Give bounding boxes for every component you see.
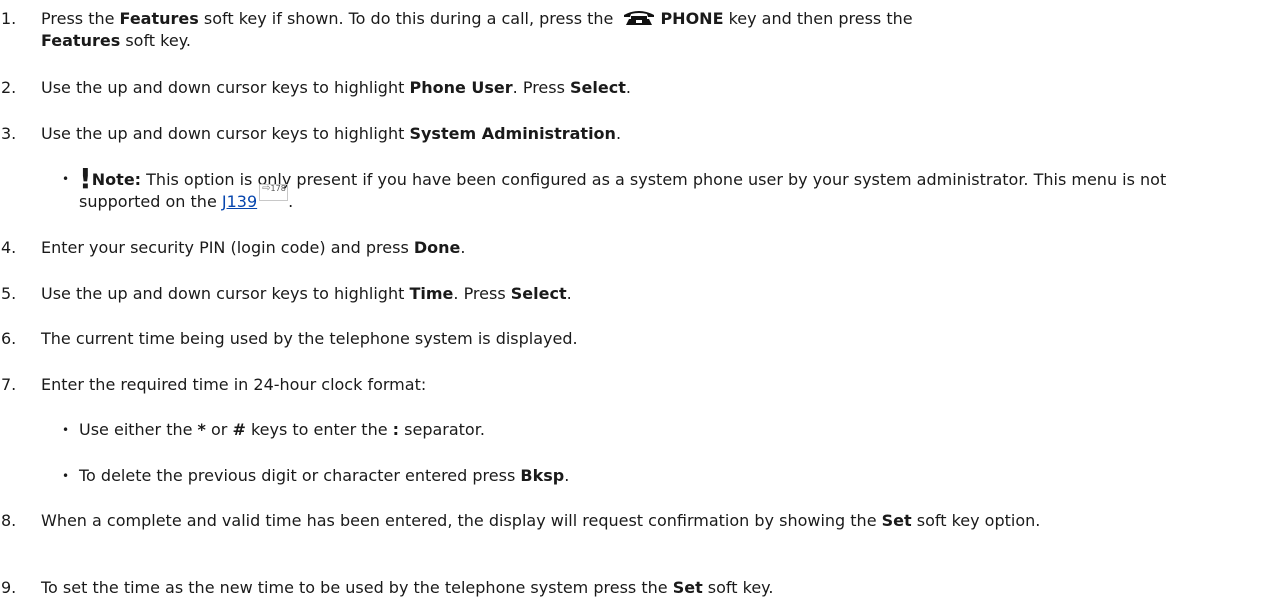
step-8: 8. When a complete and valid time has be… xyxy=(0,510,1250,532)
step-number: 6. xyxy=(1,329,17,348)
bullet-text: To delete the previous digit or characte… xyxy=(79,466,570,485)
step-text: The current time being used by the telep… xyxy=(41,329,578,348)
step-7-bullet-1: • Use either the * or # keys to enter th… xyxy=(62,419,1242,441)
bullet: • xyxy=(62,423,70,437)
step-7-bullet-2: • To delete the previous digit or charac… xyxy=(62,465,1242,487)
warning-icon: ! xyxy=(79,162,92,195)
step-text: Use the up and down cursor keys to highl… xyxy=(41,284,572,303)
step-text: Enter the required time in 24-hour clock… xyxy=(41,375,427,394)
step-text: Use the up and down cursor keys to highl… xyxy=(41,78,631,97)
step-text: Use the up and down cursor keys to highl… xyxy=(41,124,622,143)
step-text: To set the time as the new time to be us… xyxy=(41,578,774,597)
note-item: • !Note: This option is only present if … xyxy=(62,162,1242,213)
bullet: • xyxy=(62,469,70,483)
step-number: 3. xyxy=(1,124,17,143)
step-number: 5. xyxy=(1,284,17,303)
step-3: 3. Use the up and down cursor keys to hi… xyxy=(0,123,1250,145)
note-label: Note: xyxy=(91,170,142,189)
step-2: 2. Use the up and down cursor keys to hi… xyxy=(0,77,1250,99)
bullet-text: Use either the * or # keys to enter the … xyxy=(79,420,485,439)
step-text: When a complete and valid time has been … xyxy=(41,511,1041,530)
features-key-label: Features xyxy=(41,31,121,50)
j139-link[interactable]: J139 xyxy=(222,192,257,211)
step-text: Enter your security PIN (login code) and… xyxy=(41,238,466,257)
step-6: 6. The current time being used by the te… xyxy=(0,328,1250,350)
step-number: 7. xyxy=(1,375,17,394)
note-text: !Note: This option is only present if yo… xyxy=(79,162,1167,212)
step-4: 4. Enter your security PIN (login code) … xyxy=(0,237,1250,259)
step-number: 4. xyxy=(1,238,17,257)
step-number: 2. xyxy=(1,78,17,97)
step-7: 7. Enter the required time in 24-hour cl… xyxy=(0,374,1250,396)
cross-reference-arrow-icon: ⇨ xyxy=(262,183,271,194)
step-1: 1. Press the Features soft key if shown.… xyxy=(0,8,1250,52)
step-text: Press the Features soft key if shown. To… xyxy=(41,9,913,50)
bullet: • xyxy=(62,172,70,186)
step-number: 1. xyxy=(1,9,17,28)
step-number: 8. xyxy=(1,511,17,530)
step-9: 9. To set the time as the new time to be… xyxy=(0,577,1250,599)
phone-key-label: PHONE xyxy=(660,9,724,28)
step-number: 9. xyxy=(1,578,17,597)
step-5: 5. Use the up and down cursor keys to hi… xyxy=(0,283,1250,305)
phone-key-icon xyxy=(622,9,656,25)
cross-reference-badge[interactable]: ⇨178 xyxy=(259,183,289,201)
features-key-label: Features xyxy=(119,9,199,28)
